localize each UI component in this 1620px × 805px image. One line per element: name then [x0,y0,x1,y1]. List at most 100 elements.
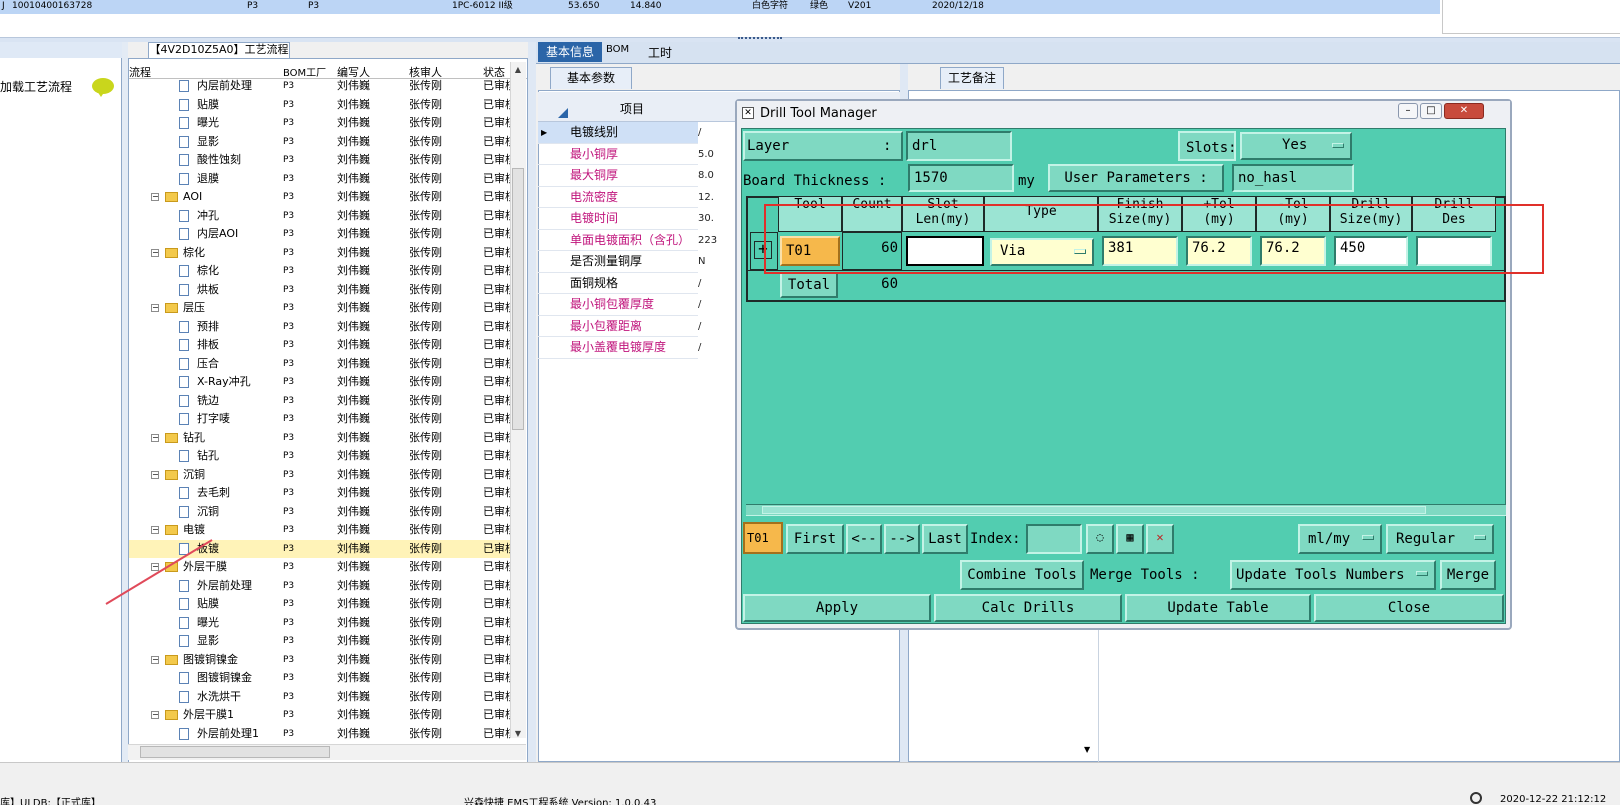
param-row[interactable]: 面铜规格 / [538,273,701,294]
app-icon: ✕ [742,107,754,119]
tree-row[interactable]: 图镀铜镍金 P3 刘伟巍 张传刚 已审核 [129,669,513,688]
tree-row[interactable]: 打字唛 P3 刘伟巍 张传刚 已审核 [129,410,513,429]
update-table-button[interactable]: Update Table [1125,594,1311,622]
collapse-icon[interactable]: − [151,526,159,534]
param-row[interactable]: 电流密度 12. [538,187,714,208]
tree-row[interactable]: 贴膜 P3 刘伟巍 张传刚 已审核 [129,96,513,115]
param-name: 电镀时间 [570,211,619,225]
mode-dropdown[interactable]: Regular [1386,524,1494,554]
tab-work-hours[interactable]: 工时 [648,44,672,61]
load-flow-link[interactable]: 加载工艺流程 [0,78,72,95]
tree-row[interactable]: 去毛刺 P3 刘伟巍 张传刚 已审核 [129,484,513,503]
first-button[interactable]: First [786,524,844,554]
tree-row[interactable]: 水洗烘干 P3 刘伟巍 张传刚 已审核 [129,688,513,707]
index-input[interactable] [1026,524,1082,554]
minimize-icon[interactable]: – [1398,103,1418,119]
board-thickness-field[interactable]: 1570 [908,164,1014,192]
bom-factory-cell: P3 [283,654,295,665]
collapse-icon[interactable]: − [151,248,159,257]
merge-button[interactable]: Merge [1440,560,1496,590]
param-row[interactable]: 最小铜厚 5.0 [538,144,714,165]
tree-row[interactable]: 内层前处理 P3 刘伟巍 张传刚 已审核 [129,77,513,96]
collapse-icon[interactable]: − [151,433,159,442]
subtab-process-notes[interactable]: 工艺备注 [940,67,1004,89]
grid-hscroll-thumb[interactable] [762,506,1426,514]
close-button[interactable]: Close [1314,594,1504,622]
tree-row[interactable]: − 沉铜 P3 刘伟巍 张传刚 已审核 [129,466,513,485]
param-row[interactable]: 最小包覆距离 / [538,316,701,337]
apply-button[interactable]: Apply [743,594,931,622]
tab-basic-info[interactable]: 基本信息 [538,42,602,62]
combine-tools-button[interactable]: Combine Tools [960,560,1084,590]
param-row[interactable]: 最小盖覆电镀厚度 / [538,337,701,359]
param-row[interactable]: 是否测量铜厚 N [538,251,705,273]
middle-splitter[interactable] [528,42,536,762]
tree-row[interactable]: 棕化 P3 刘伟巍 张传刚 已审核 [129,262,513,281]
tree-row[interactable]: 曝光 P3 刘伟巍 张传刚 已审核 [129,114,513,133]
last-button[interactable]: Last [922,524,968,554]
collapse-icon[interactable]: − [151,470,159,479]
tree-row[interactable]: 预排 P3 刘伟巍 张传刚 已审核 [129,318,513,337]
tree-row[interactable]: 沉铜 P3 刘伟巍 张传刚 已审核 [129,503,513,522]
tree-row[interactable]: 退膜 P3 刘伟巍 张传刚 已审核 [129,170,513,189]
tree-row[interactable]: − 图镀铜镍金 P3 刘伟巍 张传刚 已审核 [129,651,513,670]
collapse-icon[interactable]: − [151,193,159,201]
splitter-grip-icon[interactable] [738,37,782,41]
tree-row[interactable]: − 外层干膜1 P3 刘伟巍 张传刚 已审核 [129,706,513,725]
bulb-icon[interactable]: ◌ [1086,524,1114,554]
status-cell: 已审核 [483,208,513,222]
layer-field[interactable]: drl [906,131,1012,161]
param-row[interactable]: 电镀时间 30. [538,208,714,230]
param-row[interactable]: 最小铜包覆厚度 / [538,294,701,316]
tree-row[interactable]: 钻孔 P3 刘伟巍 张传刚 已审核 [129,447,513,466]
tree-row[interactable]: 冲孔 P3 刘伟巍 张传刚 已审核 [129,207,513,226]
update-tools-numbers-dropdown[interactable]: Update Tools Numbers [1230,560,1436,590]
tree-row[interactable]: 显影 P3 刘伟巍 张传刚 已审核 [129,632,513,651]
scroll-up-icon[interactable]: ▲ [512,64,524,76]
maximize-icon[interactable]: □ [1420,103,1442,119]
subtab-basic-params[interactable]: 基本参数 [550,67,632,89]
collapse-icon[interactable]: − [151,655,159,664]
speech-bubble-icon[interactable] [92,78,114,97]
tree-row[interactable]: 压合 P3 刘伟巍 张传刚 已审核 [129,355,513,374]
writer-cell: 刘伟巍 [337,689,370,703]
slots-dropdown[interactable]: Yes [1240,132,1352,160]
prev-button[interactable]: <-- [846,524,882,554]
tree-item-label: 曝光 [197,116,219,129]
status-cell: 已审核 [483,97,513,111]
scroll-down-icon[interactable]: ▼ [512,728,524,740]
selected-record-row[interactable]: J 10010400163728 P3 P3 1PC-6012 II级 53.6… [0,0,1440,14]
collapse-icon[interactable]: − [151,711,159,719]
user-parameters-field[interactable]: no_hasl [1232,164,1354,192]
tree-row[interactable]: − AOI P3 刘伟巍 张传刚 已审核 [129,188,513,207]
tree-row[interactable]: 显影 P3 刘伟巍 张传刚 已审核 [129,133,513,152]
delete-icon[interactable]: ✕ [1146,524,1174,554]
tree-row[interactable]: 内层AOI P3 刘伟巍 张传刚 已审核 [129,225,513,244]
grid-icon[interactable]: ▦ [1116,524,1144,554]
collapse-icon[interactable]: − [151,304,159,312]
tree-row[interactable]: − 钻孔 P3 刘伟巍 张传刚 已审核 [129,429,513,448]
user-parameters-button[interactable]: User Parameters : [1048,164,1224,192]
units-dropdown[interactable]: ml/my [1298,524,1382,554]
tree-row[interactable]: − 层压 P3 刘伟巍 张传刚 已审核 [129,299,513,318]
tree-row[interactable]: − 棕化 P3 刘伟巍 张传刚 已审核 [129,244,513,263]
close-icon[interactable]: ✕ [1444,103,1484,119]
slots-label: Slots: [1178,131,1237,161]
tree-row[interactable]: 排板 P3 刘伟巍 张传刚 已审核 [129,336,513,355]
tree-row[interactable]: 铣边 P3 刘伟巍 张传刚 已审核 [129,392,513,411]
tab-bom[interactable]: BOM [606,44,629,55]
param-row[interactable]: 电镀线别 / [538,122,701,144]
tree-row[interactable]: 曝光 P3 刘伟巍 张传刚 已审核 [129,614,513,633]
tree-row[interactable]: X-Ray冲孔 P3 刘伟巍 张传刚 已审核 [129,373,513,392]
tree-hscroll-thumb[interactable] [140,746,330,758]
next-button[interactable]: --> [884,524,920,554]
scroll-down-icon[interactable]: ▼ [1084,745,1090,754]
tree-row[interactable]: 酸性蚀刻 P3 刘伟巍 张传刚 已审核 [129,151,513,170]
tree-row[interactable]: 外层前处理1 P3 刘伟巍 张传刚 已审核 [129,725,513,744]
tree-scroll-thumb[interactable] [512,168,524,430]
calc-drills-button[interactable]: Calc Drills [934,594,1122,622]
bom-factory-cell: P3 [283,728,295,739]
param-row[interactable]: 最大铜厚 8.0 [538,165,714,187]
tree-row[interactable]: 烘板 P3 刘伟巍 张传刚 已审核 [129,281,513,300]
param-row[interactable]: 单面电镀面积（含孔） 223 [538,230,717,251]
